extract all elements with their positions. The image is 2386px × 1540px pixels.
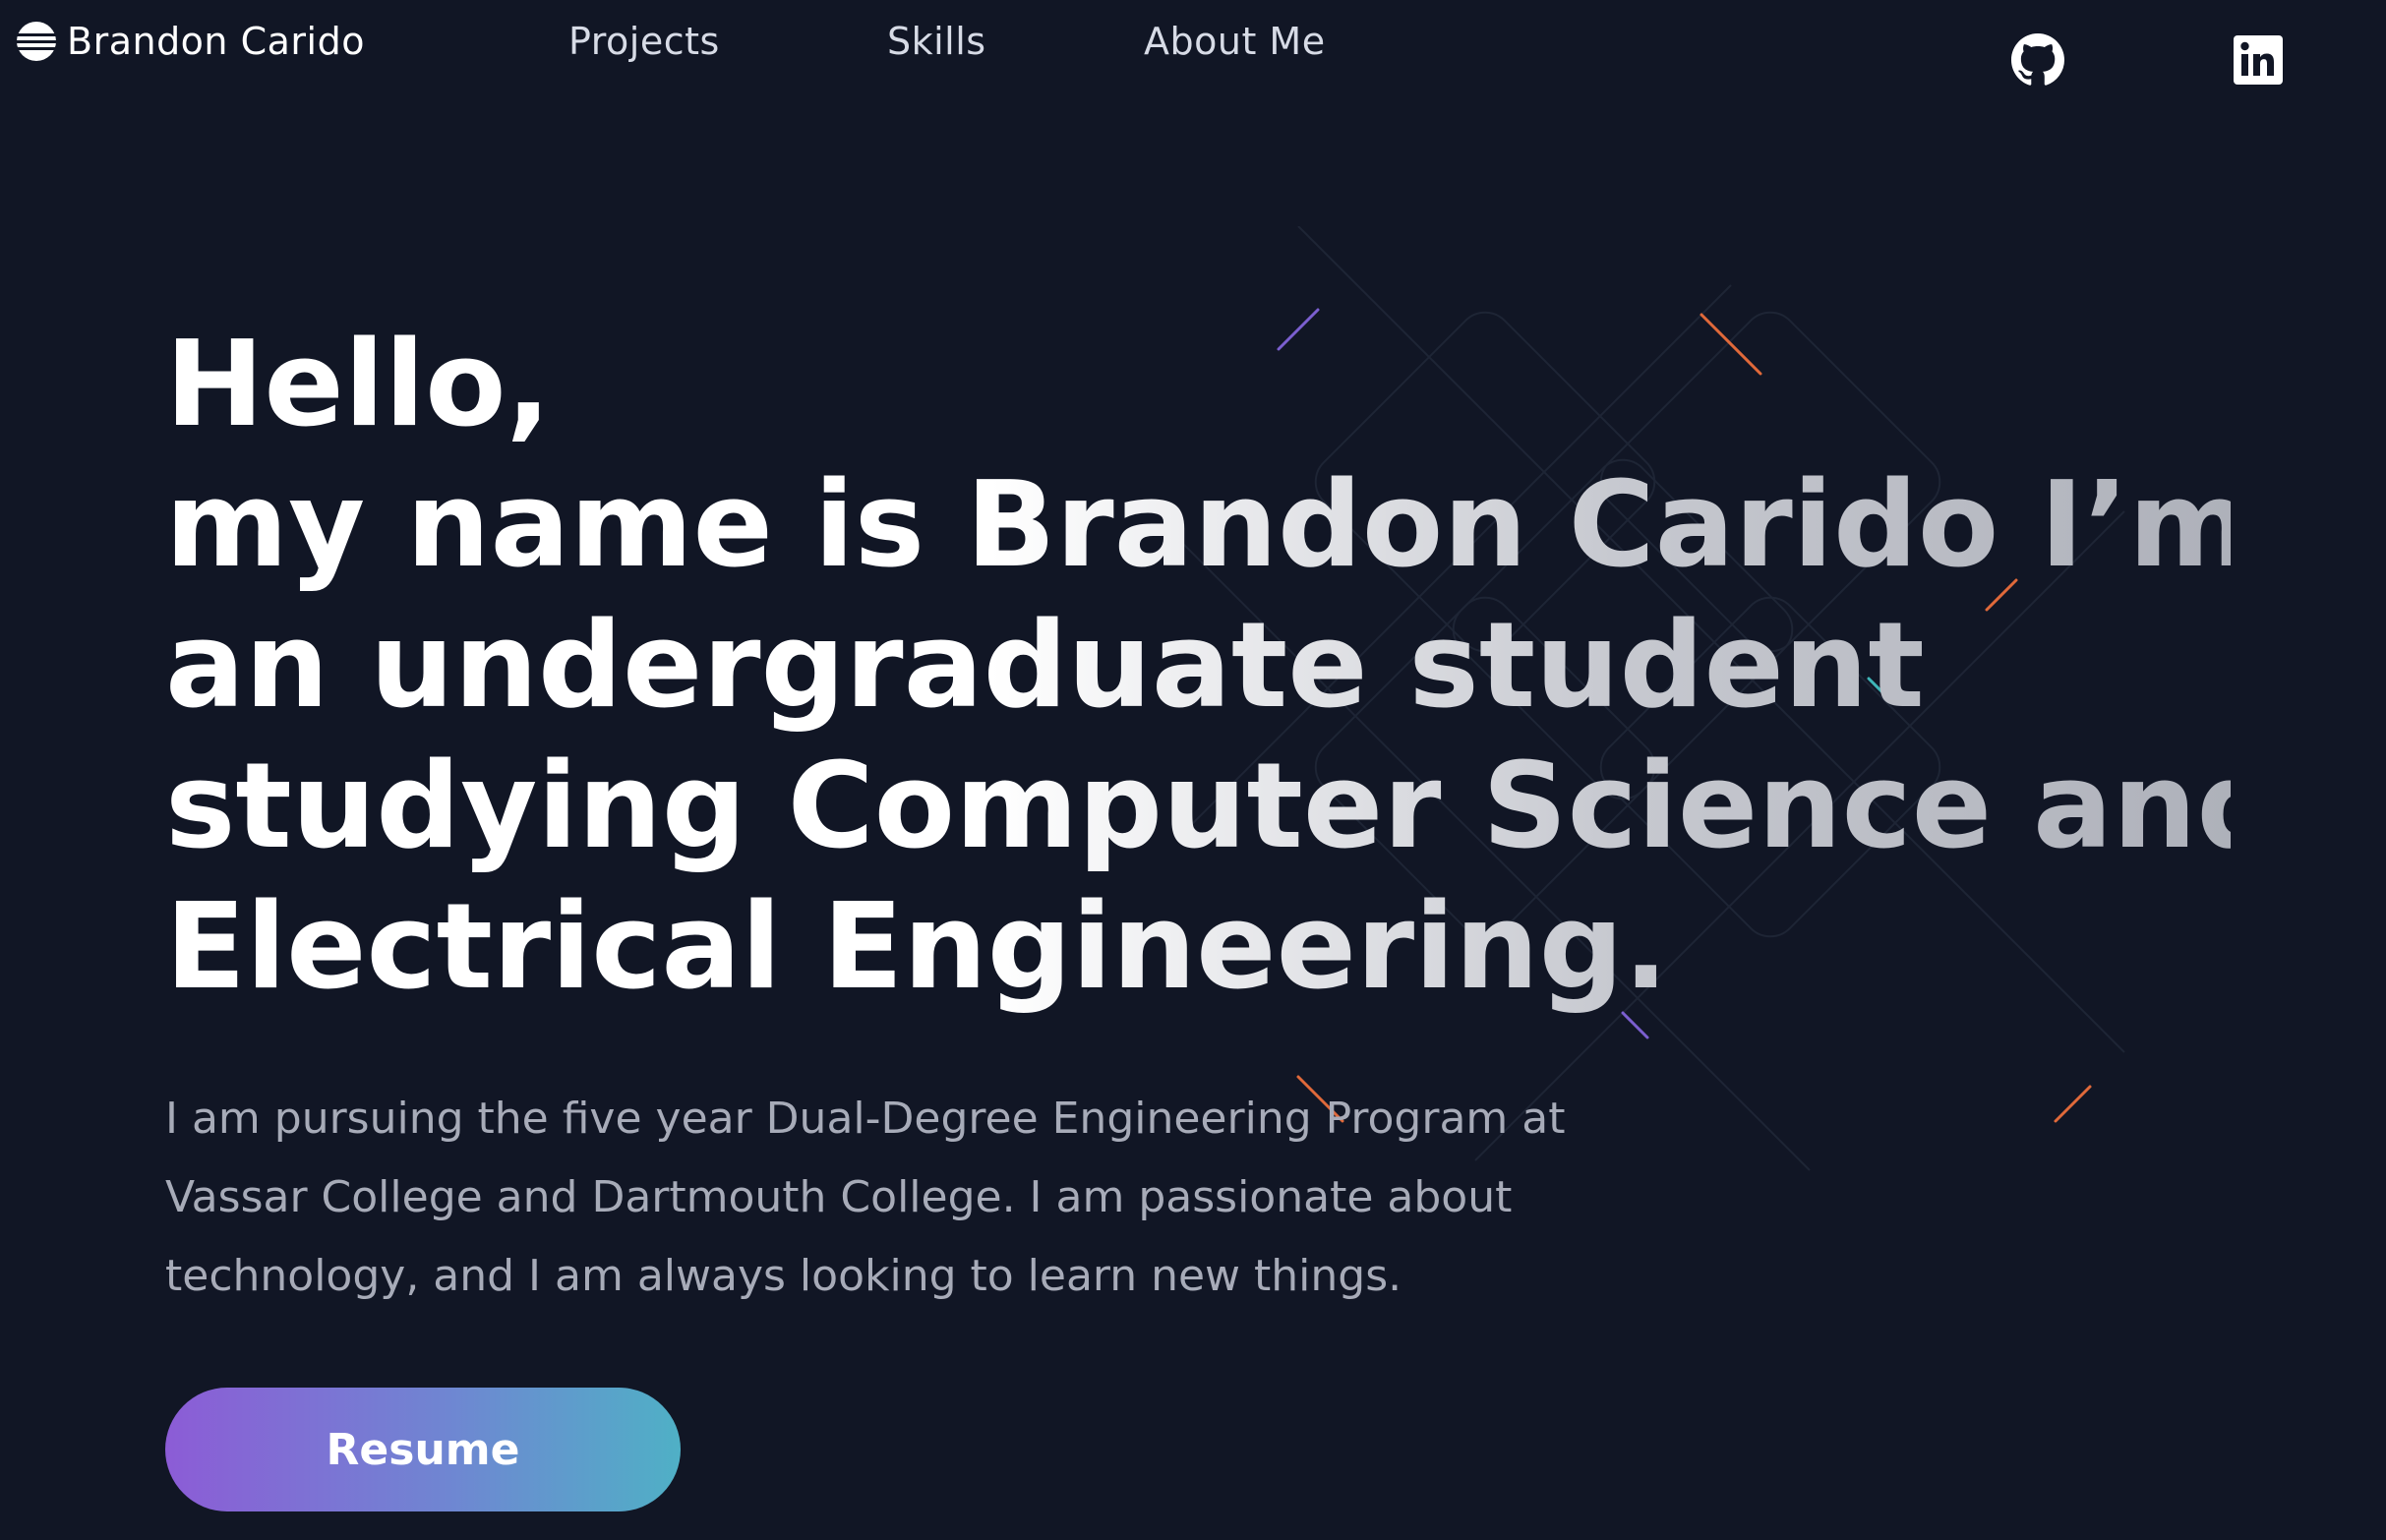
brand[interactable]: Brandon Carido [16, 20, 365, 63]
linkedin-icon[interactable] [2232, 33, 2285, 87]
hero-heading-line: Electrical Engineering. [165, 879, 1669, 1016]
hero-heading-line: an undergraduate student [165, 598, 1925, 735]
hero-heading-line: my name is Brandon Carido I’m [165, 457, 2252, 594]
nav-link-about-me[interactable]: About Me [1144, 20, 1326, 63]
hero-heading-line: Hello, [165, 317, 552, 453]
nav-link-projects[interactable]: Projects [568, 20, 720, 63]
brand-logo-icon [16, 22, 57, 61]
github-icon[interactable] [2011, 33, 2064, 87]
hero-heading: Hello, my name is Brandon Carido I’m an … [165, 315, 2231, 1018]
nav-link-skills[interactable]: Skills [887, 20, 986, 63]
brand-name: Brandon Carido [67, 20, 365, 63]
resume-button[interactable]: Resume [165, 1388, 681, 1511]
hero-description: I am pursuing the five year Dual-Degree … [165, 1094, 1566, 1301]
hero-heading-line: studying Computer Science and [165, 739, 2282, 875]
site-header: Brandon Carido Projects Skills About Me [0, 0, 2386, 108]
